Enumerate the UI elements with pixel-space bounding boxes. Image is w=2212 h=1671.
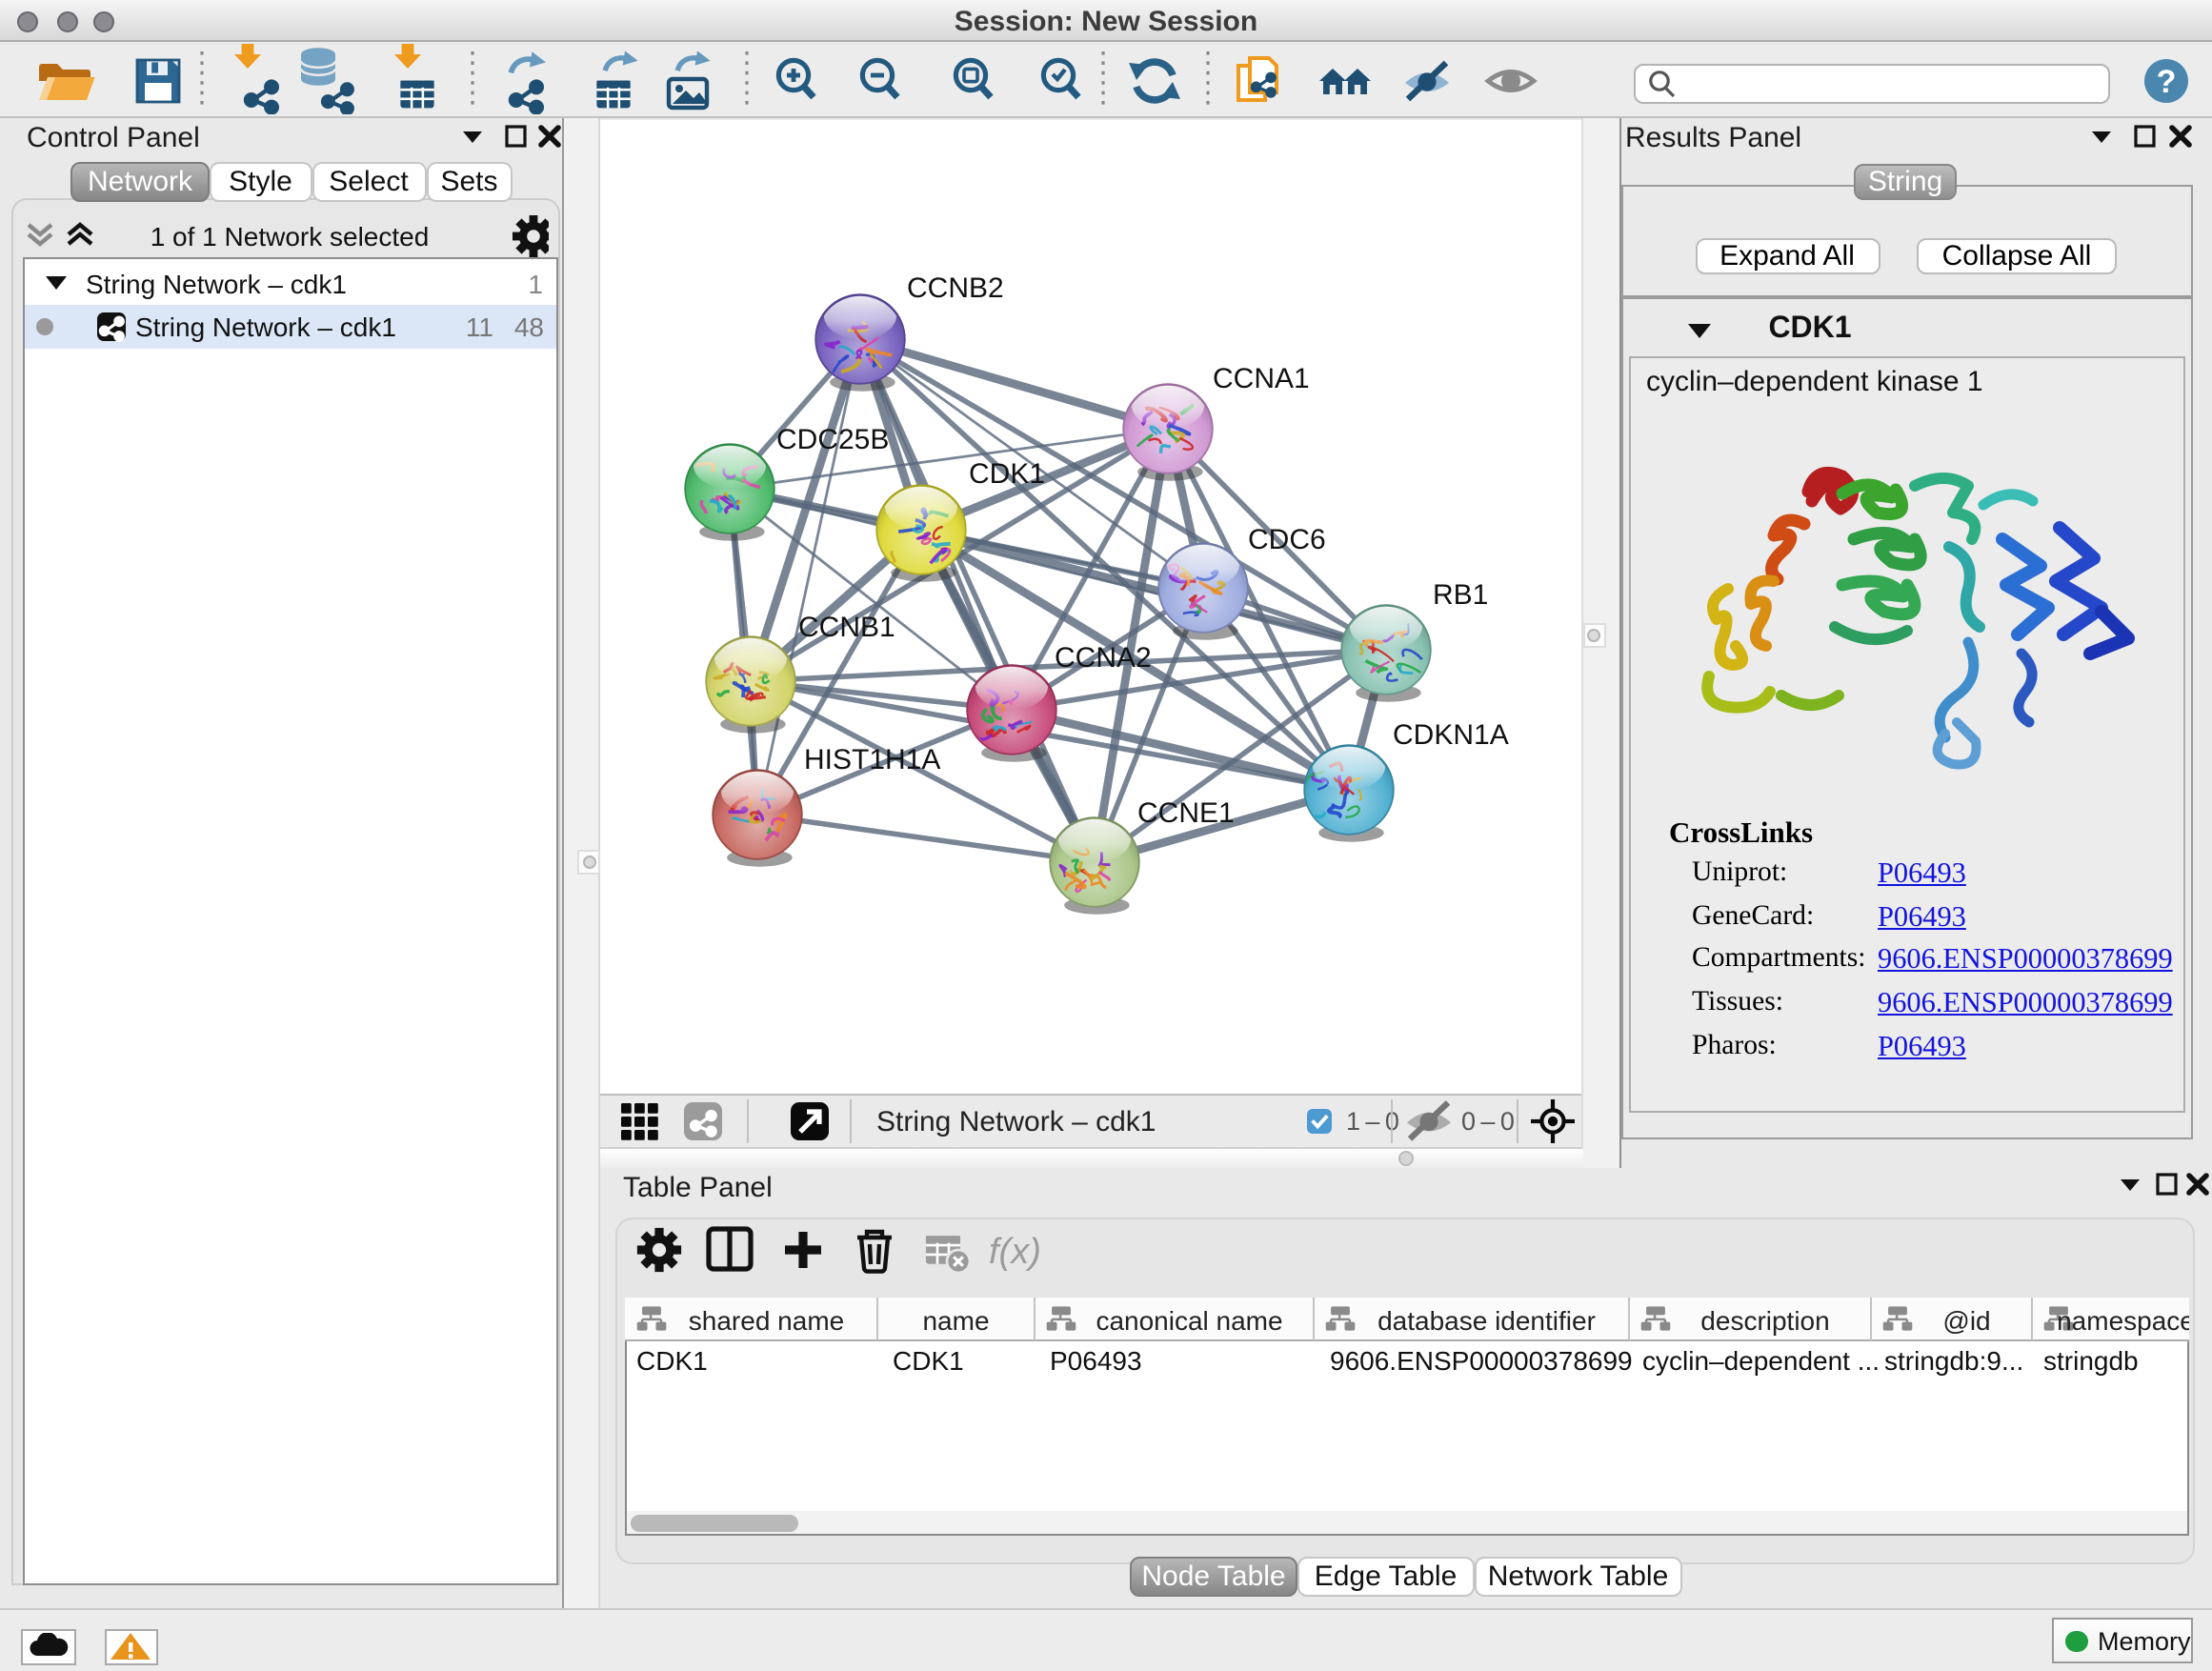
svg-text:48: 48 [514, 312, 544, 342]
svg-text:CCNE1: CCNE1 [1137, 797, 1235, 829]
svg-text:database identifier: database identifier [1377, 1306, 1595, 1336]
svg-text:@id: @id [1941, 1306, 1989, 1336]
svg-text:CDK1: CDK1 [969, 458, 1045, 490]
svg-text:0 – 0: 0 – 0 [1461, 1107, 1515, 1136]
svg-text:P06493: P06493 [1049, 1346, 1141, 1376]
svg-text:CCNB2: CCNB2 [907, 272, 1004, 304]
svg-text:cyclin–dependent ...: cyclin–dependent ... [1641, 1346, 1879, 1376]
svg-text:11: 11 [466, 312, 493, 342]
svg-text:CCNA1: CCNA1 [1213, 363, 1310, 394]
svg-text:CDC25B: CDC25B [776, 424, 889, 455]
svg-text:String Network – cdk1: String Network – cdk1 [135, 312, 396, 342]
svg-text:HIST1H1A: HIST1H1A [804, 744, 940, 775]
svg-text:description: description [1699, 1306, 1828, 1336]
svg-text:namespace: namespace [2056, 1306, 2188, 1336]
svg-text:shared name: shared name [688, 1306, 843, 1336]
svg-text:CCNA2: CCNA2 [1055, 642, 1152, 674]
svg-text:canonical name: canonical name [1095, 1306, 1281, 1336]
svg-text:1: 1 [528, 270, 543, 299]
svg-text:CCNB1: CCNB1 [798, 612, 895, 643]
svg-text:?: ? [2157, 63, 2177, 99]
svg-text:String Network – cdk1: String Network – cdk1 [86, 270, 347, 299]
svg-text:f(x): f(x) [988, 1232, 1040, 1272]
svg-text:name: name [921, 1306, 988, 1336]
svg-text:CDKN1A: CDKN1A [1393, 719, 1509, 751]
svg-text:9606.ENSP00000378699: 9606.ENSP00000378699 [1329, 1346, 1632, 1376]
svg-text:CDC6: CDC6 [1248, 524, 1326, 555]
svg-text:stringdb:9...: stringdb:9... [1883, 1346, 2022, 1376]
svg-text:CDK1: CDK1 [892, 1346, 963, 1376]
svg-text:stringdb: stringdb [2042, 1346, 2138, 1376]
svg-text:RB1: RB1 [1433, 579, 1488, 611]
svg-text:1 of 1 Network selected: 1 of 1 Network selected [151, 222, 430, 252]
svg-text:String Network – cdk1: String Network – cdk1 [876, 1106, 1156, 1137]
svg-text:CDK1: CDK1 [635, 1346, 707, 1376]
